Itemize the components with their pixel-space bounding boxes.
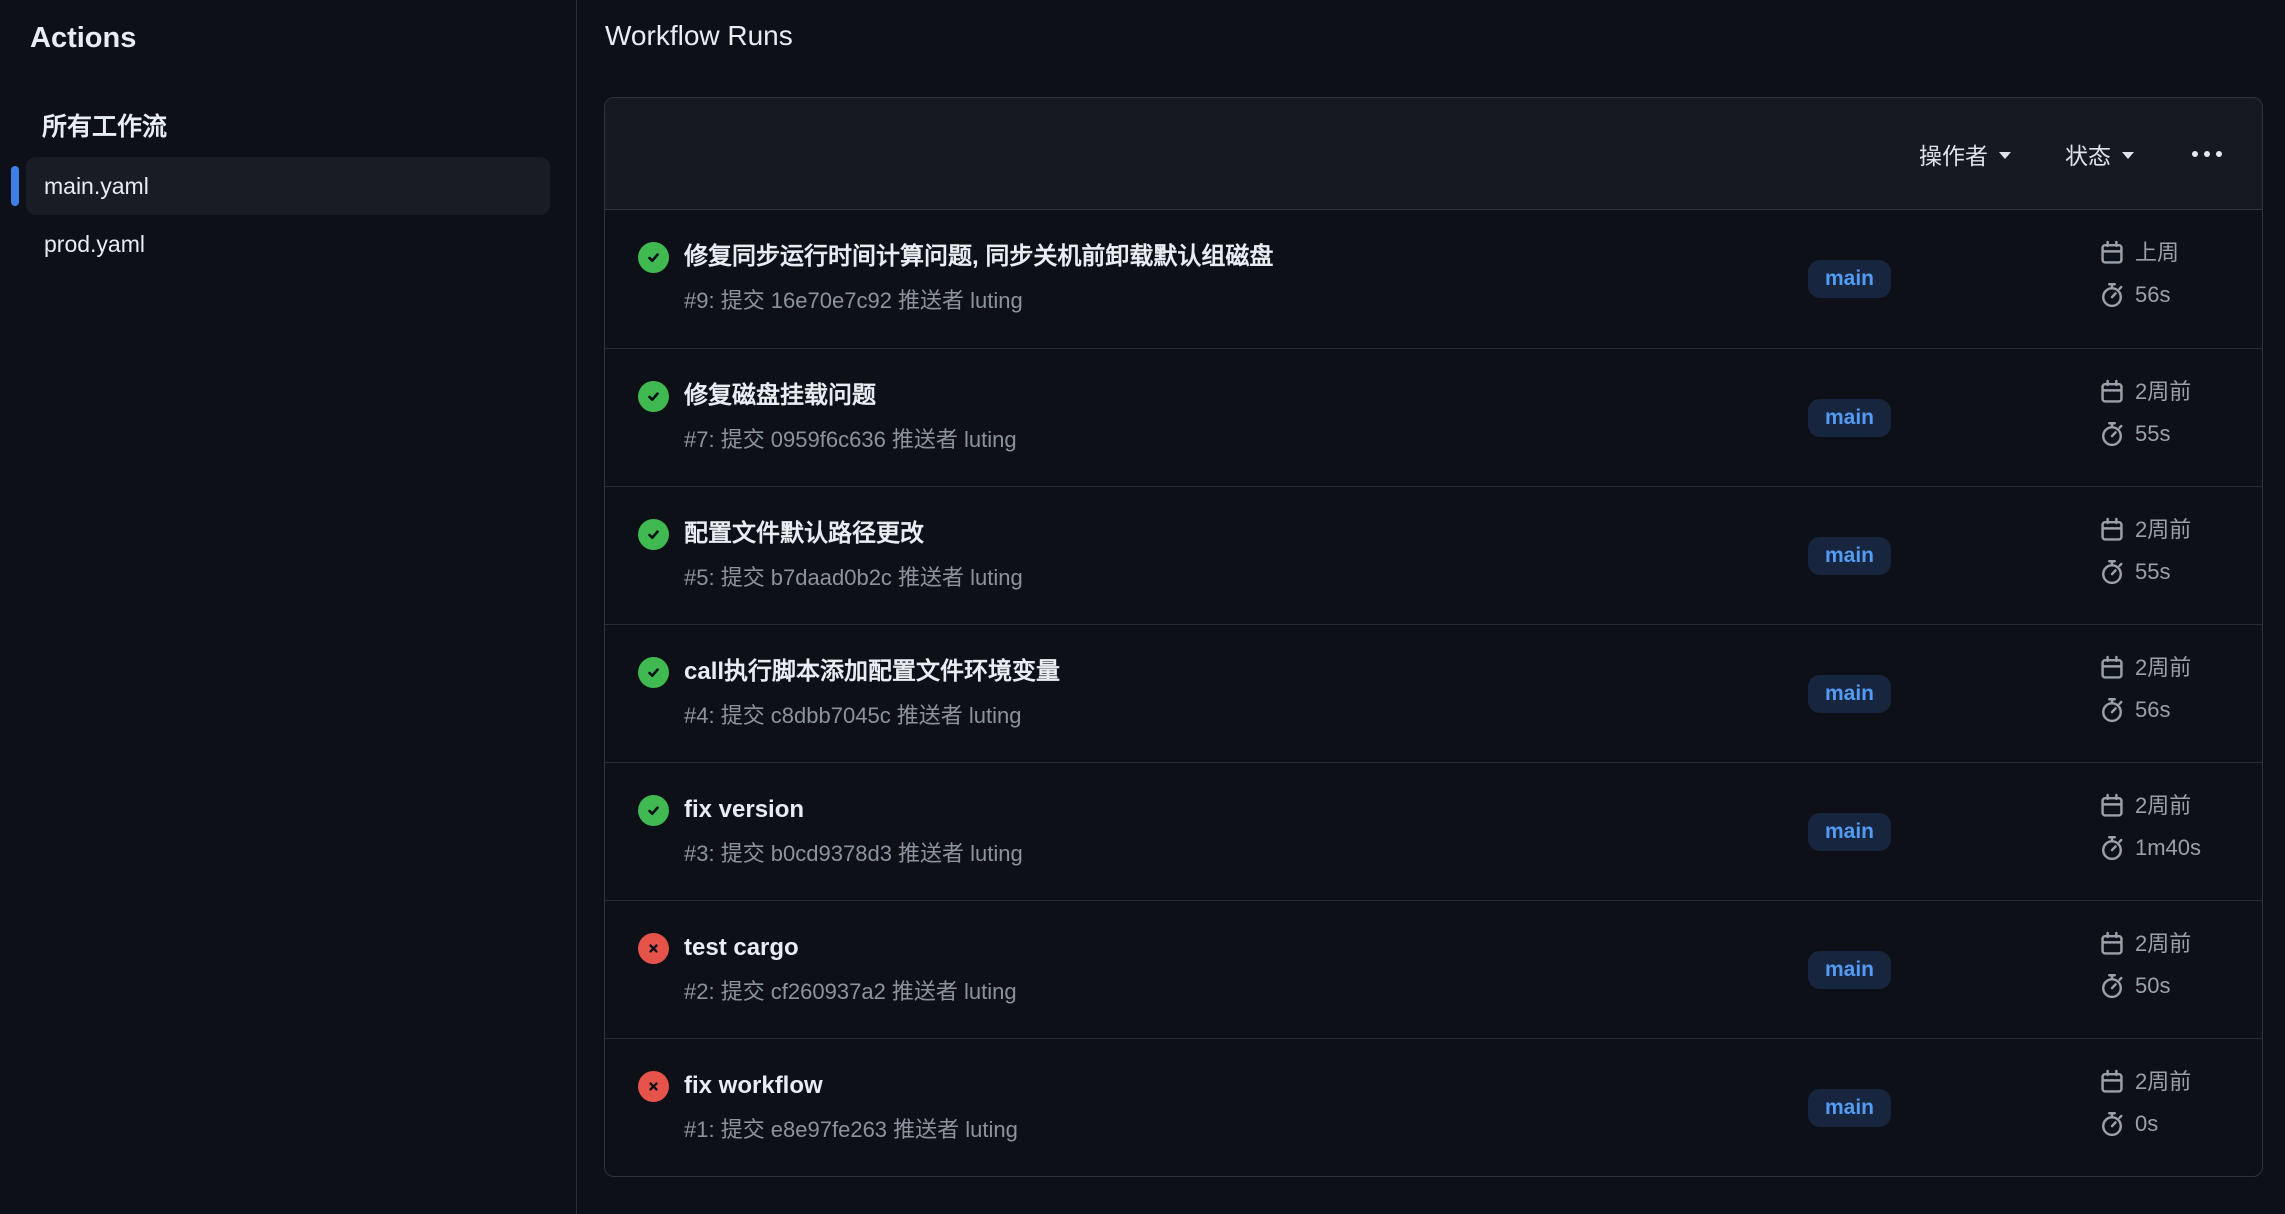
- run-meta: 2周前 55s: [2099, 377, 2191, 449]
- page: Actions 所有工作流 main.yaml prod.yaml Workfl…: [0, 0, 2285, 1214]
- actor-filter-label: 操作者: [1919, 137, 1988, 171]
- run-duration: 56s: [2135, 695, 2170, 725]
- status-filter-button[interactable]: 状态: [2065, 137, 2134, 171]
- run-title[interactable]: 修复同步运行时间计算问题, 同步关机前卸载默认组磁盘: [684, 240, 1273, 274]
- sidebar-item-prod-yaml[interactable]: prod.yaml: [26, 215, 550, 273]
- success-icon: [638, 795, 669, 826]
- stopwatch-icon: [2099, 282, 2125, 308]
- run-subtitle: #3: 提交 b0cd9378d3 推送者 luting: [684, 839, 1023, 869]
- calendar-icon: [2099, 1069, 2125, 1095]
- sidebar-item-all-workflows[interactable]: 所有工作流: [42, 107, 167, 143]
- calendar-icon: [2099, 379, 2125, 405]
- run-meta: 2周前 1m40s: [2099, 791, 2201, 863]
- calendar-icon: [2099, 655, 2125, 681]
- sidebar-item-main-yaml[interactable]: main.yaml: [26, 157, 550, 215]
- calendar-icon: [2099, 793, 2125, 819]
- run-duration: 56s: [2135, 280, 2170, 310]
- run-title[interactable]: fix workflow: [684, 1069, 1018, 1103]
- run-duration: 1m40s: [2135, 833, 2201, 863]
- run-date: 上周: [2135, 238, 2179, 268]
- runs-list: 修复同步运行时间计算问题, 同步关机前卸载默认组磁盘 #9: 提交 16e70e…: [605, 210, 2262, 1176]
- run-duration: 55s: [2135, 419, 2170, 449]
- failure-icon: [638, 1071, 669, 1102]
- branch-badge[interactable]: main: [1808, 537, 1891, 575]
- sidebar-item-label: prod.yaml: [44, 231, 145, 258]
- selected-indicator: [11, 166, 19, 206]
- branch-badge[interactable]: main: [1808, 951, 1891, 989]
- actor-filter-button[interactable]: 操作者: [1919, 137, 2011, 171]
- actions-sidebar: Actions 所有工作流 main.yaml prod.yaml: [0, 0, 577, 1214]
- workflow-run-row[interactable]: test cargo #2: 提交 cf260937a2 推送者 luting …: [605, 900, 2262, 1038]
- workflow-run-row[interactable]: fix workflow #1: 提交 e8e97fe263 推送者 lutin…: [605, 1038, 2262, 1176]
- stopwatch-icon: [2099, 559, 2125, 585]
- workflow-run-row[interactable]: fix version #3: 提交 b0cd9378d3 推送者 luting…: [605, 762, 2262, 900]
- more-options-button[interactable]: [2188, 143, 2226, 165]
- run-title[interactable]: 配置文件默认路径更改: [684, 517, 1023, 551]
- main-content: Workflow Runs 操作者 状态: [577, 0, 2285, 1214]
- run-date: 2周前: [2135, 653, 2191, 683]
- run-meta: 上周 56s: [2099, 238, 2179, 310]
- run-subtitle: #4: 提交 c8dbb7045c 推送者 luting: [684, 701, 1060, 731]
- workflow-nav: main.yaml prod.yaml: [28, 157, 550, 273]
- run-meta: 2周前 0s: [2099, 1067, 2191, 1139]
- stopwatch-icon: [2099, 973, 2125, 999]
- run-duration: 0s: [2135, 1109, 2158, 1139]
- calendar-icon: [2099, 931, 2125, 957]
- stopwatch-icon: [2099, 697, 2125, 723]
- success-icon: [638, 657, 669, 688]
- run-title[interactable]: test cargo: [684, 931, 1017, 965]
- run-meta: 2周前 55s: [2099, 515, 2191, 587]
- run-duration: 55s: [2135, 557, 2170, 587]
- workflow-run-row[interactable]: 修复磁盘挂载问题 #7: 提交 0959f6c636 推送者 luting ma…: [605, 348, 2262, 486]
- run-date: 2周前: [2135, 377, 2191, 407]
- success-icon: [638, 242, 669, 273]
- run-title[interactable]: 修复磁盘挂载问题: [684, 379, 1017, 413]
- stopwatch-icon: [2099, 421, 2125, 447]
- run-subtitle: #9: 提交 16e70e7c92 推送者 luting: [684, 286, 1273, 316]
- status-filter-label: 状态: [2065, 137, 2111, 171]
- run-title[interactable]: call执行脚本添加配置文件环境变量: [684, 655, 1060, 689]
- kebab-icon: [2216, 151, 2222, 157]
- branch-badge[interactable]: main: [1808, 675, 1891, 713]
- branch-badge[interactable]: main: [1808, 1089, 1891, 1127]
- page-title: Workflow Runs: [605, 20, 2263, 52]
- run-subtitle: #2: 提交 cf260937a2 推送者 luting: [684, 977, 1017, 1007]
- run-duration: 50s: [2135, 971, 2170, 1001]
- run-subtitle: #5: 提交 b7daad0b2c 推送者 luting: [684, 563, 1023, 593]
- stopwatch-icon: [2099, 835, 2125, 861]
- run-meta: 2周前 56s: [2099, 653, 2191, 725]
- runs-filter-bar: 操作者 状态: [605, 98, 2262, 210]
- run-date: 2周前: [2135, 791, 2191, 821]
- success-icon: [638, 519, 669, 550]
- workflow-runs-panel: 操作者 状态: [604, 97, 2263, 1177]
- run-meta: 2周前 50s: [2099, 929, 2191, 1001]
- sidebar-item-label: main.yaml: [44, 173, 149, 200]
- run-date: 2周前: [2135, 515, 2191, 545]
- calendar-icon: [2099, 517, 2125, 543]
- chevron-down-icon: [1999, 152, 2011, 159]
- branch-badge[interactable]: main: [1808, 813, 1891, 851]
- kebab-icon: [2204, 151, 2210, 157]
- run-subtitle: #7: 提交 0959f6c636 推送者 luting: [684, 425, 1017, 455]
- chevron-down-icon: [2122, 152, 2134, 159]
- sidebar-title: Actions: [30, 22, 550, 55]
- workflow-run-row[interactable]: 配置文件默认路径更改 #5: 提交 b7daad0b2c 推送者 luting …: [605, 486, 2262, 624]
- run-title[interactable]: fix version: [684, 793, 1023, 827]
- branch-badge[interactable]: main: [1808, 399, 1891, 437]
- failure-icon: [638, 933, 669, 964]
- workflow-run-row[interactable]: call执行脚本添加配置文件环境变量 #4: 提交 c8dbb7045c 推送者…: [605, 624, 2262, 762]
- branch-badge[interactable]: main: [1808, 260, 1891, 298]
- calendar-icon: [2099, 240, 2125, 266]
- run-subtitle: #1: 提交 e8e97fe263 推送者 luting: [684, 1115, 1018, 1145]
- run-date: 2周前: [2135, 1067, 2191, 1097]
- workflow-run-row[interactable]: 修复同步运行时间计算问题, 同步关机前卸载默认组磁盘 #9: 提交 16e70e…: [605, 210, 2262, 348]
- success-icon: [638, 381, 669, 412]
- run-date: 2周前: [2135, 929, 2191, 959]
- stopwatch-icon: [2099, 1111, 2125, 1137]
- kebab-icon: [2192, 151, 2198, 157]
